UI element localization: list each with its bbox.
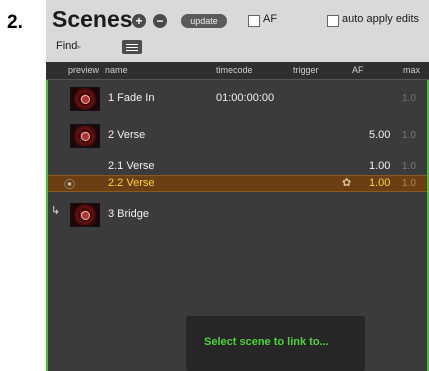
col-name[interactable]: name [105, 65, 128, 75]
remove-scene-button[interactable]: − [153, 14, 167, 28]
link-arrow-icon: ↳ [51, 205, 61, 217]
scene-row[interactable]: 2 Verse 5.00 1.0 [48, 121, 427, 149]
scene-row[interactable]: ↳ 3 Bridge [48, 200, 427, 228]
scene-name: 2.2 Verse [108, 177, 155, 189]
af-checkbox[interactable] [248, 15, 260, 27]
scene-af: 1.00 [369, 160, 391, 172]
col-max[interactable]: max [403, 65, 420, 75]
auto-apply-checkbox[interactable] [327, 15, 339, 27]
link-prompt-toast: Select scene to link to... [186, 316, 365, 371]
column-header: preview name timecode trigger AF max [46, 62, 429, 80]
find-arrow-icon: ▸ [77, 42, 82, 51]
hamburger-icon [126, 44, 138, 45]
update-button[interactable]: update [181, 14, 227, 28]
scenes-toolbar: Scenes + − update AF auto apply edits Fi… [46, 0, 429, 62]
scene-thumbnail [70, 124, 100, 148]
plus-circle-icon: + [135, 14, 143, 28]
gear-icon[interactable]: ✿ [342, 176, 351, 189]
auto-apply-label: auto apply edits [342, 13, 420, 25]
col-af[interactable]: AF [352, 65, 364, 75]
scene-timecode: 01:00:00:00 [216, 92, 275, 104]
find-label: Find [56, 40, 78, 52]
scene-row-selected[interactable]: ⦿ 2.2 Verse ✿ 1.00 1.0 [48, 175, 427, 192]
scene-row[interactable]: 2.1 Verse 1.00 1.0 [48, 160, 427, 174]
scene-thumbnail [70, 203, 100, 227]
minus-circle-icon: − [156, 14, 164, 28]
col-preview[interactable]: preview [68, 65, 99, 75]
scene-name: 3 Bridge [108, 208, 149, 220]
scene-af: 5.00 [369, 129, 391, 141]
scene-name: 1 Fade In [108, 92, 155, 104]
scene-af: 1.00 [369, 177, 391, 189]
menu-button[interactable] [122, 40, 142, 54]
step-number: 2. [7, 12, 23, 33]
scene-name: 2.1 Verse [108, 160, 155, 172]
panel-title: Scenes [52, 6, 133, 32]
scene-max: 1.0 [402, 130, 416, 141]
col-timecode[interactable]: timecode [216, 65, 253, 75]
scenes-panel: Scenes + − update AF auto apply edits Fi… [46, 0, 429, 371]
find-button[interactable]: Find▸ [56, 40, 81, 52]
scene-thumbnail [70, 87, 100, 111]
add-scene-button[interactable]: + [132, 14, 146, 28]
scene-max: 1.0 [402, 178, 416, 189]
link-target-icon: ⦿ [64, 179, 75, 191]
scene-max: 1.0 [402, 161, 416, 172]
col-trigger[interactable]: trigger [293, 65, 319, 75]
af-label: AF [263, 13, 278, 25]
scene-name: 2 Verse [108, 129, 146, 141]
scene-max: 1.0 [402, 93, 416, 104]
toast-message: Select scene to link to... [204, 336, 329, 348]
scene-row[interactable]: 1 Fade In 01:00:00:00 1.0 [48, 84, 427, 112]
